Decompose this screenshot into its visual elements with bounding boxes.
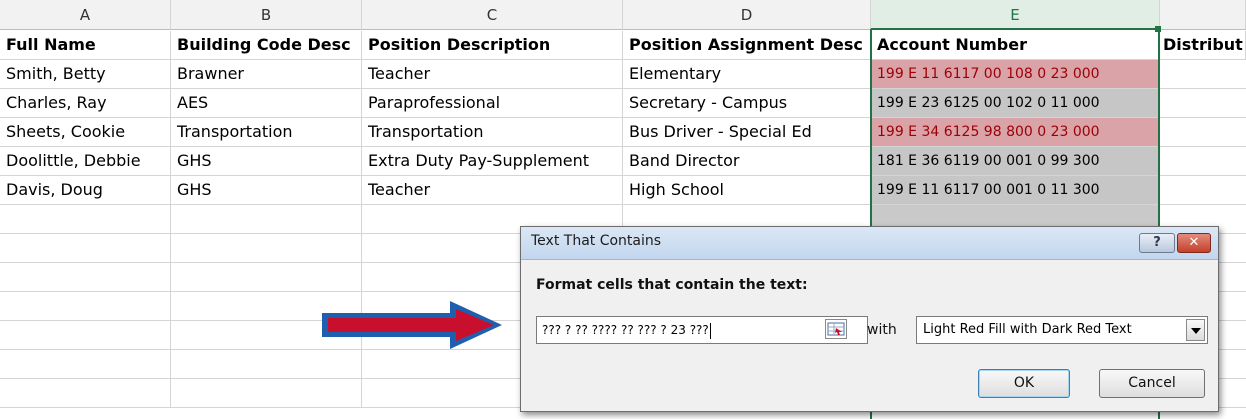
empty-cell[interactable] [0, 205, 171, 233]
cell-building[interactable]: GHS [171, 147, 362, 175]
column-header-a[interactable]: A [0, 0, 171, 30]
empty-cell[interactable] [171, 263, 362, 291]
with-label: with [867, 322, 897, 338]
header-distribution[interactable]: Distribut [1160, 31, 1246, 59]
empty-cell[interactable] [0, 321, 171, 349]
dialog-prompt: Format cells that contain the text: [536, 277, 808, 293]
range-selector-icon[interactable] [825, 319, 847, 339]
format-selected-value: Light Red Fill with Dark Red Text [923, 322, 1132, 337]
cell-building[interactable]: Transportation [171, 118, 362, 146]
header-position-description[interactable]: Position Description [362, 31, 623, 59]
header-position-assignment[interactable]: Position Assignment Desc [623, 31, 871, 59]
cell-full-name[interactable]: Davis, Doug [0, 176, 171, 204]
cell-position[interactable]: Transportation [362, 118, 623, 146]
cell-account-number[interactable]: 181 E 36 6119 00 001 0 99 300 [871, 147, 1160, 175]
arrow-right-icon [318, 299, 508, 351]
cell-position[interactable]: Extra Duty Pay-Supplement [362, 147, 623, 175]
header-building-code[interactable]: Building Code Desc [171, 31, 362, 59]
empty-cell[interactable] [0, 263, 171, 291]
empty-cell[interactable] [171, 234, 362, 262]
cell-account-number[interactable]: 199 E 34 6125 98 800 0 23 000 [871, 118, 1160, 146]
ok-button[interactable]: OK [978, 369, 1070, 398]
cell-position[interactable]: Teacher [362, 60, 623, 88]
cell-account-number[interactable]: 199 E 23 6125 00 102 0 11 000 [871, 89, 1160, 117]
dialog-title: Text That Contains [531, 233, 662, 249]
cell-position[interactable]: Teacher [362, 176, 623, 204]
help-button[interactable]: ? [1139, 233, 1175, 253]
close-button[interactable]: ✕ [1177, 233, 1211, 253]
dialog-titlebar[interactable]: Text That Contains ? ✕ [521, 227, 1218, 260]
cell-account-number[interactable]: 199 E 11 6117 00 108 0 23 000 [871, 60, 1160, 88]
chevron-down-icon[interactable] [1186, 319, 1205, 341]
cell-assignment[interactable]: Band Director [623, 147, 871, 175]
header-row: Full Name Building Code Desc Position De… [0, 31, 1246, 60]
cell-assignment[interactable]: High School [623, 176, 871, 204]
cell-assignment[interactable]: Elementary [623, 60, 871, 88]
cell-full-name[interactable]: Sheets, Cookie [0, 118, 171, 146]
column-header-d[interactable]: D [623, 0, 871, 30]
column-header-b[interactable]: B [171, 0, 362, 30]
table-row: Doolittle, Debbie GHS Extra Duty Pay-Sup… [0, 147, 1246, 176]
empty-cell[interactable] [171, 379, 362, 407]
empty-cell[interactable] [171, 350, 362, 378]
cell-account-number[interactable]: 199 E 11 6117 00 001 0 11 300 [871, 176, 1160, 204]
empty-cell[interactable] [0, 292, 171, 320]
cell-full-name[interactable]: Smith, Betty [0, 60, 171, 88]
table-row: Charles, Ray AES Paraprofessional Secret… [0, 89, 1246, 118]
cell-building[interactable]: GHS [171, 176, 362, 204]
empty-cell[interactable] [0, 350, 171, 378]
cell-assignment[interactable]: Secretary - Campus [623, 89, 871, 117]
fill-handle[interactable] [1155, 26, 1161, 32]
header-account-number[interactable]: Account Number [871, 31, 1160, 59]
cell-full-name[interactable]: Charles, Ray [0, 89, 171, 117]
format-select[interactable]: Light Red Fill with Dark Red Text [916, 316, 1208, 344]
text-that-contains-dialog: Text That Contains ? ✕ Format cells that… [520, 226, 1219, 412]
column-header-e[interactable]: E [871, 0, 1160, 30]
text-caret [709, 322, 711, 339]
contains-text-value: ??? ? ?? ???? ?? ??? ? 23 ??? [542, 323, 709, 337]
table-row: Smith, Betty Brawner Teacher Elementary … [0, 60, 1246, 89]
table-row: Sheets, Cookie Transportation Transporta… [0, 118, 1246, 147]
cancel-button[interactable]: Cancel [1099, 369, 1205, 398]
empty-cell[interactable] [0, 379, 171, 407]
table-row: Davis, Doug GHS Teacher High School 199 … [0, 176, 1246, 205]
contains-text-input[interactable]: ??? ? ?? ???? ?? ??? ? 23 ??? [536, 316, 868, 344]
column-header-c[interactable]: C [362, 0, 623, 30]
cell-building[interactable]: Brawner [171, 60, 362, 88]
header-full-name[interactable]: Full Name [0, 31, 171, 59]
empty-cell[interactable] [0, 234, 171, 262]
cell-full-name[interactable]: Doolittle, Debbie [0, 147, 171, 175]
empty-cell[interactable] [171, 205, 362, 233]
cell-assignment[interactable]: Bus Driver - Special Ed [623, 118, 871, 146]
cell-position[interactable]: Paraprofessional [362, 89, 623, 117]
cell-building[interactable]: AES [171, 89, 362, 117]
column-header-f[interactable] [1160, 0, 1246, 30]
